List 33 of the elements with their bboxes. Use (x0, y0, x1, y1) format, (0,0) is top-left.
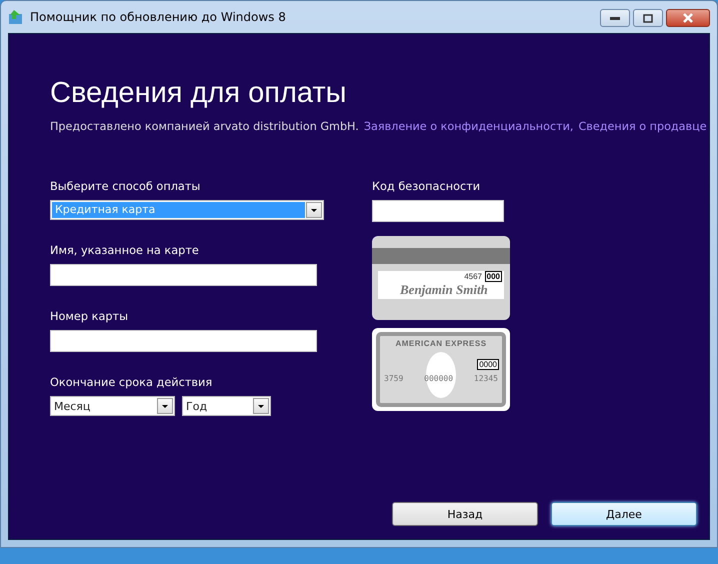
input-field[interactable] (50, 330, 317, 352)
provider-text: Предоставлено компанией arvato distribution GmbH. (50, 120, 359, 133)
security-code-text: 000 (484, 271, 502, 282)
minimize-button[interactable] (600, 9, 630, 27)
field-label: Выберите способ оплаты (50, 180, 202, 194)
cardholder-name: Benjamin Smith (400, 283, 488, 297)
card-brand-text: AMERICAN EXPRESS (394, 339, 488, 348)
card-number-text: 000000 (424, 374, 454, 383)
window-title: Помощник по обновлению до Windows 8 (30, 10, 287, 24)
input-field[interactable] (50, 264, 317, 286)
field-label: Имя, указанное на карте (50, 244, 200, 258)
dropdown[interactable]: Год (182, 396, 271, 416)
back-button[interactable]: Назад (392, 502, 538, 526)
link[interactable]: Заявление о конфиденциальности, (364, 120, 574, 133)
security-code-text: 0000 (477, 359, 499, 370)
page-heading: Сведения для оплаты (50, 76, 348, 110)
app-icon (8, 9, 24, 25)
field-label: Код безопасности (372, 180, 482, 194)
field-label: Номер карты (50, 310, 130, 324)
maximize-button[interactable] (633, 9, 663, 27)
input-field[interactable] (372, 200, 504, 222)
close-icon (682, 13, 694, 23)
maximize-icon (643, 14, 653, 22)
oval-icon (426, 352, 456, 398)
field-label: Окончание срока действия (50, 376, 214, 390)
card-number-text: 4567 (464, 272, 482, 281)
close-button[interactable] (666, 9, 710, 27)
card-number-text: 12345 (474, 374, 498, 383)
minimize-icon (610, 16, 620, 20)
link[interactable]: Сведения о продавце (578, 120, 707, 133)
next-button[interactable]: Далее (551, 502, 697, 526)
card-number-text: 3759 (384, 374, 404, 383)
dropdown[interactable]: Месяц (50, 396, 175, 416)
